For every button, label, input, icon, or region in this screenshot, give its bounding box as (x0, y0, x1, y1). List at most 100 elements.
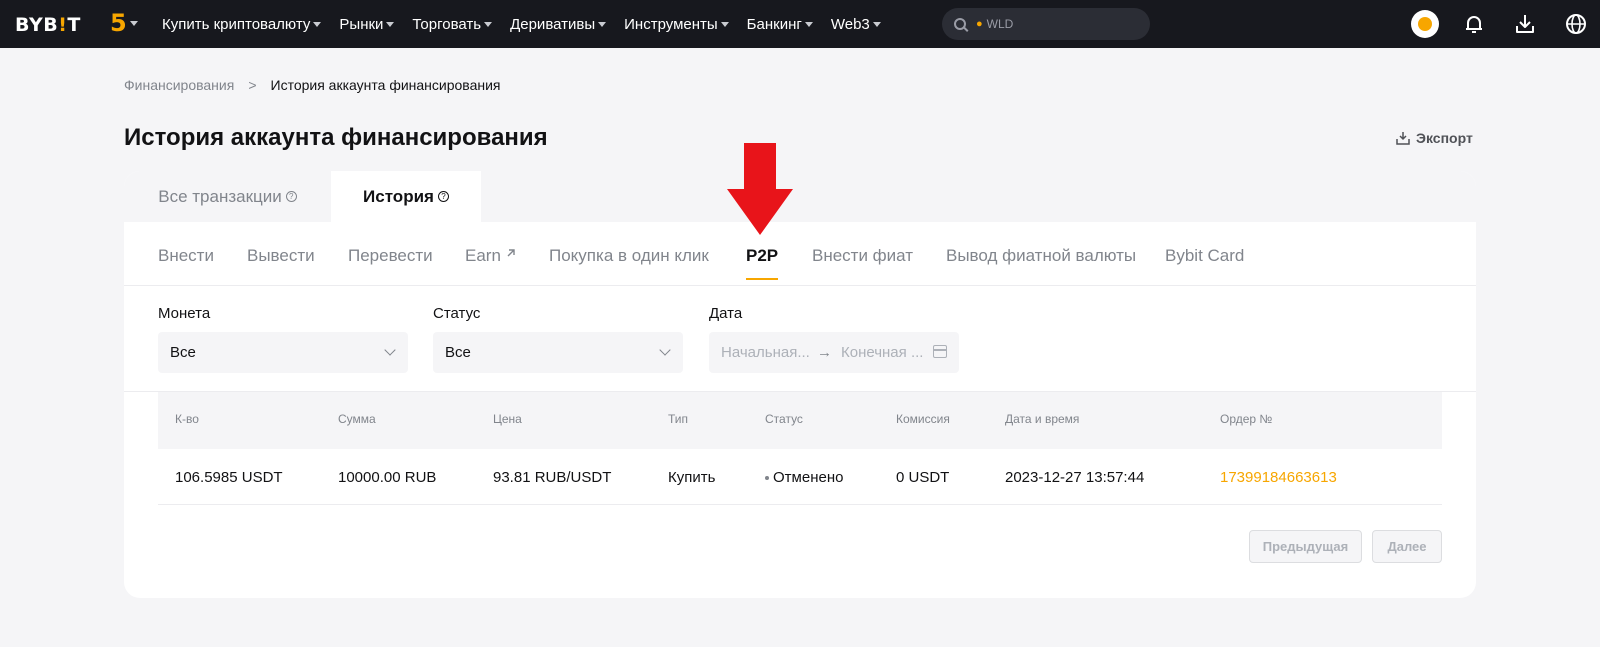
table-header: К-во Сумма Цена Тип Статус Комиссия Дата… (158, 392, 1442, 449)
subtab-p2p[interactable]: P2P (746, 246, 779, 280)
breadcrumb-root-link[interactable]: Финансирования (124, 77, 234, 93)
bybit-logo[interactable]: BYB!T (15, 14, 81, 36)
avatar[interactable] (1411, 10, 1439, 38)
order-number-link[interactable]: 17399184663613 (1220, 469, 1337, 486)
status-select-value: Все (445, 344, 471, 361)
bell-icon[interactable] (1462, 12, 1486, 36)
breadcrumb: Финансирования > История аккаунта финанс… (124, 77, 501, 93)
coin-select[interactable]: Все (158, 332, 408, 373)
nav-label: Web3 (830, 15, 870, 33)
caret-down-icon (313, 21, 322, 27)
tab-label: Все транзакции (158, 186, 282, 206)
main-nav: Купить криптовалюту Рынки Торговать Дери… (162, 0, 899, 48)
sub-tabs: Внести Вывести Перевести Earn Покупка в … (124, 222, 1476, 286)
nav-web3[interactable]: Web3 (831, 16, 881, 33)
cell-price: 93.81 RUB/USDT (493, 469, 612, 486)
subtab-fiat-deposit[interactable]: Внести фиат (812, 246, 913, 266)
cell-fee: 0 USDT (896, 469, 950, 486)
next-page-button[interactable]: Далее (1372, 530, 1442, 563)
caret-down-icon (598, 21, 607, 27)
nav-label: Торговать (412, 15, 482, 33)
subtab-one-click-buy[interactable]: Покупка в один клик (549, 246, 709, 266)
tab-history[interactable]: История? (331, 171, 481, 222)
nav-label: Купить криптовалюту (162, 15, 311, 33)
nav-banking[interactable]: Банкинг (747, 16, 813, 33)
nav-label: Деривативы (510, 15, 596, 33)
status-filter-label: Статус (433, 305, 481, 322)
breadcrumb-current: История аккаунта финансирования (270, 77, 501, 93)
cell-status: Отменено (765, 469, 843, 486)
date-range-picker[interactable]: Начальная... → Конечная ... (709, 332, 959, 373)
nav-tools[interactable]: Инструменты (624, 16, 729, 33)
status-dot (765, 476, 769, 481)
column-header: Дата и время (1005, 412, 1080, 426)
column-header: Тип (668, 412, 689, 426)
logo-bang: ! (58, 14, 68, 36)
export-button[interactable]: Экспорт (1396, 130, 1473, 146)
help-icon[interactable]: ? (437, 191, 449, 202)
caret-down-icon (129, 20, 138, 26)
help-icon[interactable]: ? (285, 191, 297, 202)
main-tabs: Все транзакции? История? (124, 171, 1476, 222)
status-select[interactable]: Все (433, 332, 683, 373)
caret-down-icon (872, 21, 881, 27)
chevron-down-icon (384, 344, 396, 356)
tab-all-transactions[interactable]: Все транзакции? (124, 171, 331, 222)
top-navigation-bar: BYB!T 5 Купить криптовалюту Рынки Торгов… (0, 0, 1600, 48)
nav-buy-crypto[interactable]: Купить криптовалюту (162, 15, 322, 33)
caret-down-icon (386, 21, 395, 27)
subtab-deposit[interactable]: Внести (158, 246, 214, 266)
coin-filter-label: Монета (158, 305, 211, 322)
column-header: Ордер № (1220, 412, 1273, 426)
nav-label: Инструменты (624, 15, 718, 33)
nav-label: Рынки (339, 15, 384, 33)
cell-datetime: 2023-12-27 13:57:44 (1005, 469, 1145, 486)
red-arrow-annotation (727, 143, 793, 235)
status-text: Отменено (773, 469, 844, 486)
five-badge-number: 5 (110, 9, 127, 37)
caret-down-icon (484, 21, 493, 27)
download-icon[interactable] (1513, 12, 1537, 36)
tab-label: История (363, 186, 434, 206)
subtab-bybit-card[interactable]: Bybit Card (1165, 246, 1244, 266)
export-label: Экспорт (1416, 130, 1473, 146)
nav-label: Банкинг (746, 15, 802, 33)
globe-icon[interactable] (1564, 12, 1588, 36)
cell-type: Купить (668, 469, 716, 486)
page-title: История аккаунта финансирования (124, 124, 548, 151)
column-header: Сумма (338, 412, 376, 426)
export-icon (1396, 132, 1410, 145)
external-link-icon (507, 249, 515, 257)
start-date-input[interactable]: Начальная... (721, 344, 810, 361)
subtab-earn[interactable]: Earn (465, 246, 516, 266)
column-header: Комиссия (896, 412, 950, 426)
table-row: 106.5985 USDT 10000.00 RUB 93.81 RUB/USD… (158, 449, 1442, 505)
search-input[interactable]: ● WLD (942, 8, 1150, 40)
search-icon (954, 18, 966, 30)
coin-select-value: Все (170, 344, 196, 361)
date-filter-label: Дата (709, 305, 743, 322)
five-year-badge[interactable]: 5 (110, 11, 138, 35)
range-arrow-icon: → (817, 344, 832, 361)
chevron-down-icon (659, 344, 671, 356)
subtab-withdraw[interactable]: Вывести (247, 246, 315, 266)
column-header: К-во (175, 412, 199, 426)
subtab-label: Earn (465, 246, 501, 265)
subtab-transfer[interactable]: Перевести (348, 246, 433, 266)
flame-icon: ● (976, 18, 983, 30)
end-date-input[interactable]: Конечная ... (841, 344, 923, 361)
search-value: WLD (986, 17, 1014, 31)
caret-down-icon (804, 21, 813, 27)
previous-page-button[interactable]: Предыдущая (1249, 530, 1362, 563)
nav-trade[interactable]: Торговать (412, 15, 493, 33)
logo-text: BYB (15, 14, 59, 36)
nav-derivatives[interactable]: Деривативы (510, 15, 607, 33)
cell-quantity: 106.5985 USDT (175, 469, 283, 486)
column-header: Цена (493, 412, 522, 426)
nav-markets[interactable]: Рынки (339, 15, 395, 33)
breadcrumb-separator: > (248, 77, 257, 93)
caret-down-icon (720, 21, 729, 27)
subtab-fiat-withdraw[interactable]: Вывод фиатной валюты (946, 246, 1136, 266)
history-card: Все транзакции? История? Внести Вывести … (124, 171, 1476, 598)
column-header: Статус (765, 412, 803, 426)
